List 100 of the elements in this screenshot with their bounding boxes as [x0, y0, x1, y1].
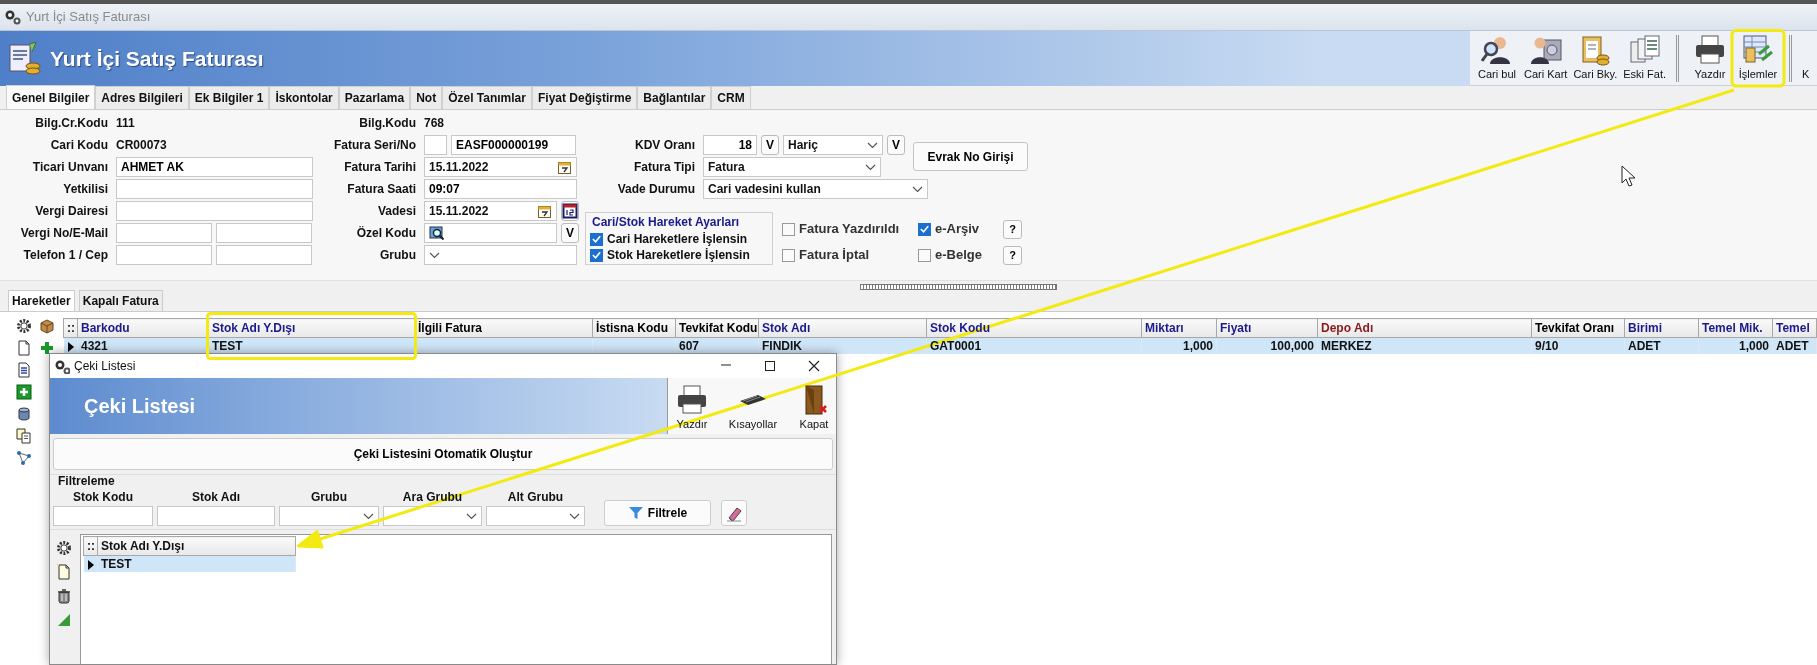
close-icon[interactable]: [808, 360, 820, 372]
toolbar-button[interactable]: Cari Bky.: [1571, 33, 1620, 82]
column-header[interactable]: Stok Adı: [758, 318, 927, 338]
dropdown-field[interactable]: [424, 245, 577, 265]
column-header[interactable]: Barkodu: [77, 318, 209, 338]
text-field[interactable]: [157, 506, 275, 526]
text-field[interactable]: [116, 245, 212, 265]
network-icon[interactable]: [16, 450, 32, 466]
v-button[interactable]: V: [761, 135, 779, 155]
text-field[interactable]: [216, 245, 312, 265]
toolbar-button[interactable]: Cari bul: [1474, 33, 1520, 82]
checkbox[interactable]: [918, 222, 931, 236]
dropdown-field[interactable]: [279, 506, 379, 526]
lookup-field[interactable]: [424, 223, 557, 243]
dropdown-field[interactable]: Fatura: [703, 157, 881, 177]
action-button[interactable]: Çeki Listesini Otomatik Oluştur: [53, 438, 833, 470]
field-label: Alt Grubu: [507, 489, 564, 506]
tab[interactable]: Fiyat Değiştirme: [531, 86, 638, 109]
date-field[interactable]: 15.11.2022: [424, 201, 557, 221]
table-row[interactable]: 4321 TEST 607 FINDIK GAT0001 1,000 100,000 MERKEZ 9/10 ADET 1,000 ADET: [63, 337, 1817, 354]
text-field[interactable]: 18: [703, 135, 757, 155]
gear-icon[interactable]: [16, 318, 32, 334]
pages-icon[interactable]: [16, 428, 32, 444]
text-field[interactable]: [116, 201, 313, 221]
dropdown-field[interactable]: [486, 506, 585, 526]
toolbar-button[interactable]: Kapat: [794, 383, 834, 432]
row-header: ::: [83, 536, 98, 556]
column-header[interactable]: Birimi: [1624, 318, 1699, 338]
toolbar-button[interactable]: Cari Kart: [1522, 33, 1570, 82]
field-label: Stok Adı: [191, 489, 241, 506]
field-label: Grubu: [311, 489, 347, 506]
toolbar-button[interactable]: Eski Fat.: [1621, 33, 1668, 82]
text-field[interactable]: 09:07: [424, 179, 577, 199]
toolbar-button[interactable]: Kısayollar: [724, 393, 782, 432]
tab[interactable]: Özel Tanımlar: [442, 86, 532, 109]
tab[interactable]: Kapalı Fatura: [78, 290, 163, 311]
text-field[interactable]: [116, 179, 313, 199]
column-header[interactable]: Stok Adı Y.Dışı: [208, 318, 415, 338]
tab[interactable]: Hareketler: [8, 290, 75, 311]
column-header[interactable]: Tevkifat Oranı: [1531, 318, 1625, 338]
tab[interactable]: Not: [410, 86, 443, 109]
tab[interactable]: Ek Bilgiler 1: [188, 86, 270, 109]
tab[interactable]: Genel Bilgiler: [6, 85, 96, 109]
text-field[interactable]: [116, 223, 212, 243]
evrak-button[interactable]: Evrak No Girişi: [913, 142, 1028, 171]
checkbox[interactable]: [782, 248, 795, 262]
column-header[interactable]: Temel: [1772, 318, 1817, 338]
page-icon[interactable]: [16, 340, 32, 356]
text-field[interactable]: [53, 506, 153, 526]
triangle-icon[interactable]: [56, 612, 72, 628]
field-value: 768: [424, 115, 445, 132]
text-field[interactable]: [216, 223, 312, 243]
page-lines-icon[interactable]: [16, 362, 32, 378]
plus-icon[interactable]: [39, 340, 55, 356]
column-header[interactable]: Miktarı: [1141, 318, 1217, 338]
column-header[interactable]: İlgili Fatura: [414, 318, 593, 338]
checkbox[interactable]: [782, 222, 795, 236]
tab[interactable]: Pazarlama: [338, 86, 411, 109]
toolbar-button[interactable]: İşlemler: [1735, 33, 1781, 82]
help-button[interactable]: ?: [1003, 219, 1022, 239]
text-field[interactable]: [424, 135, 447, 155]
field-label: Vade Durumu: [616, 181, 696, 198]
column-header[interactable]: İstisna Kodu: [592, 318, 676, 338]
checkbox[interactable]: [918, 248, 931, 262]
splitter-handle[interactable]: [860, 284, 1057, 290]
tab[interactable]: İskontolar: [269, 86, 339, 109]
bin-icon[interactable]: [56, 588, 72, 604]
plus-square-icon[interactable]: [16, 384, 32, 400]
help-button[interactable]: ?: [1003, 245, 1022, 265]
checkbox[interactable]: [590, 232, 603, 246]
maximize-icon[interactable]: [764, 360, 776, 372]
column-header[interactable]: Fiyatı: [1216, 318, 1318, 338]
text-field[interactable]: AHMET AK: [116, 157, 313, 177]
eraser-button[interactable]: [721, 500, 747, 526]
v-button[interactable]: V: [561, 223, 579, 243]
tab[interactable]: Adres Bilgileri: [95, 86, 189, 109]
toolbar-button[interactable]: Yazdır: [1687, 33, 1733, 82]
tab[interactable]: CRM: [711, 86, 751, 109]
gear-icon[interactable]: [56, 540, 72, 556]
date-field[interactable]: 15.11.2022: [424, 157, 577, 177]
dropdown-field[interactable]: [383, 506, 482, 526]
tab[interactable]: Bağlantılar: [637, 86, 712, 109]
filter-button[interactable]: Filtrele: [604, 500, 711, 526]
dropdown-field[interactable]: Cari vadesini kullan: [703, 179, 928, 199]
text-field[interactable]: EASF000000199: [451, 135, 576, 155]
column-header[interactable]: Tevkifat Kodu: [675, 318, 759, 338]
v-button[interactable]: V: [887, 135, 905, 155]
cylinder-icon[interactable]: [16, 406, 32, 422]
column-header[interactable]: Temel Mik.: [1698, 318, 1773, 338]
row-pointer-icon: [86, 559, 95, 570]
column-header[interactable]: Stok Adı Y.Dışı: [97, 536, 296, 556]
box-icon[interactable]: [39, 318, 55, 334]
calendar-button[interactable]: [561, 201, 579, 221]
checkbox[interactable]: [590, 248, 603, 262]
toolbar-button[interactable]: K: [1800, 65, 1812, 82]
field-value: 111: [116, 115, 135, 132]
dropdown-field[interactable]: Hariç: [783, 135, 883, 155]
column-header[interactable]: Depo Adı: [1317, 318, 1532, 338]
page-icon[interactable]: [56, 564, 72, 580]
field-label: KDV Oranı: [634, 137, 696, 154]
